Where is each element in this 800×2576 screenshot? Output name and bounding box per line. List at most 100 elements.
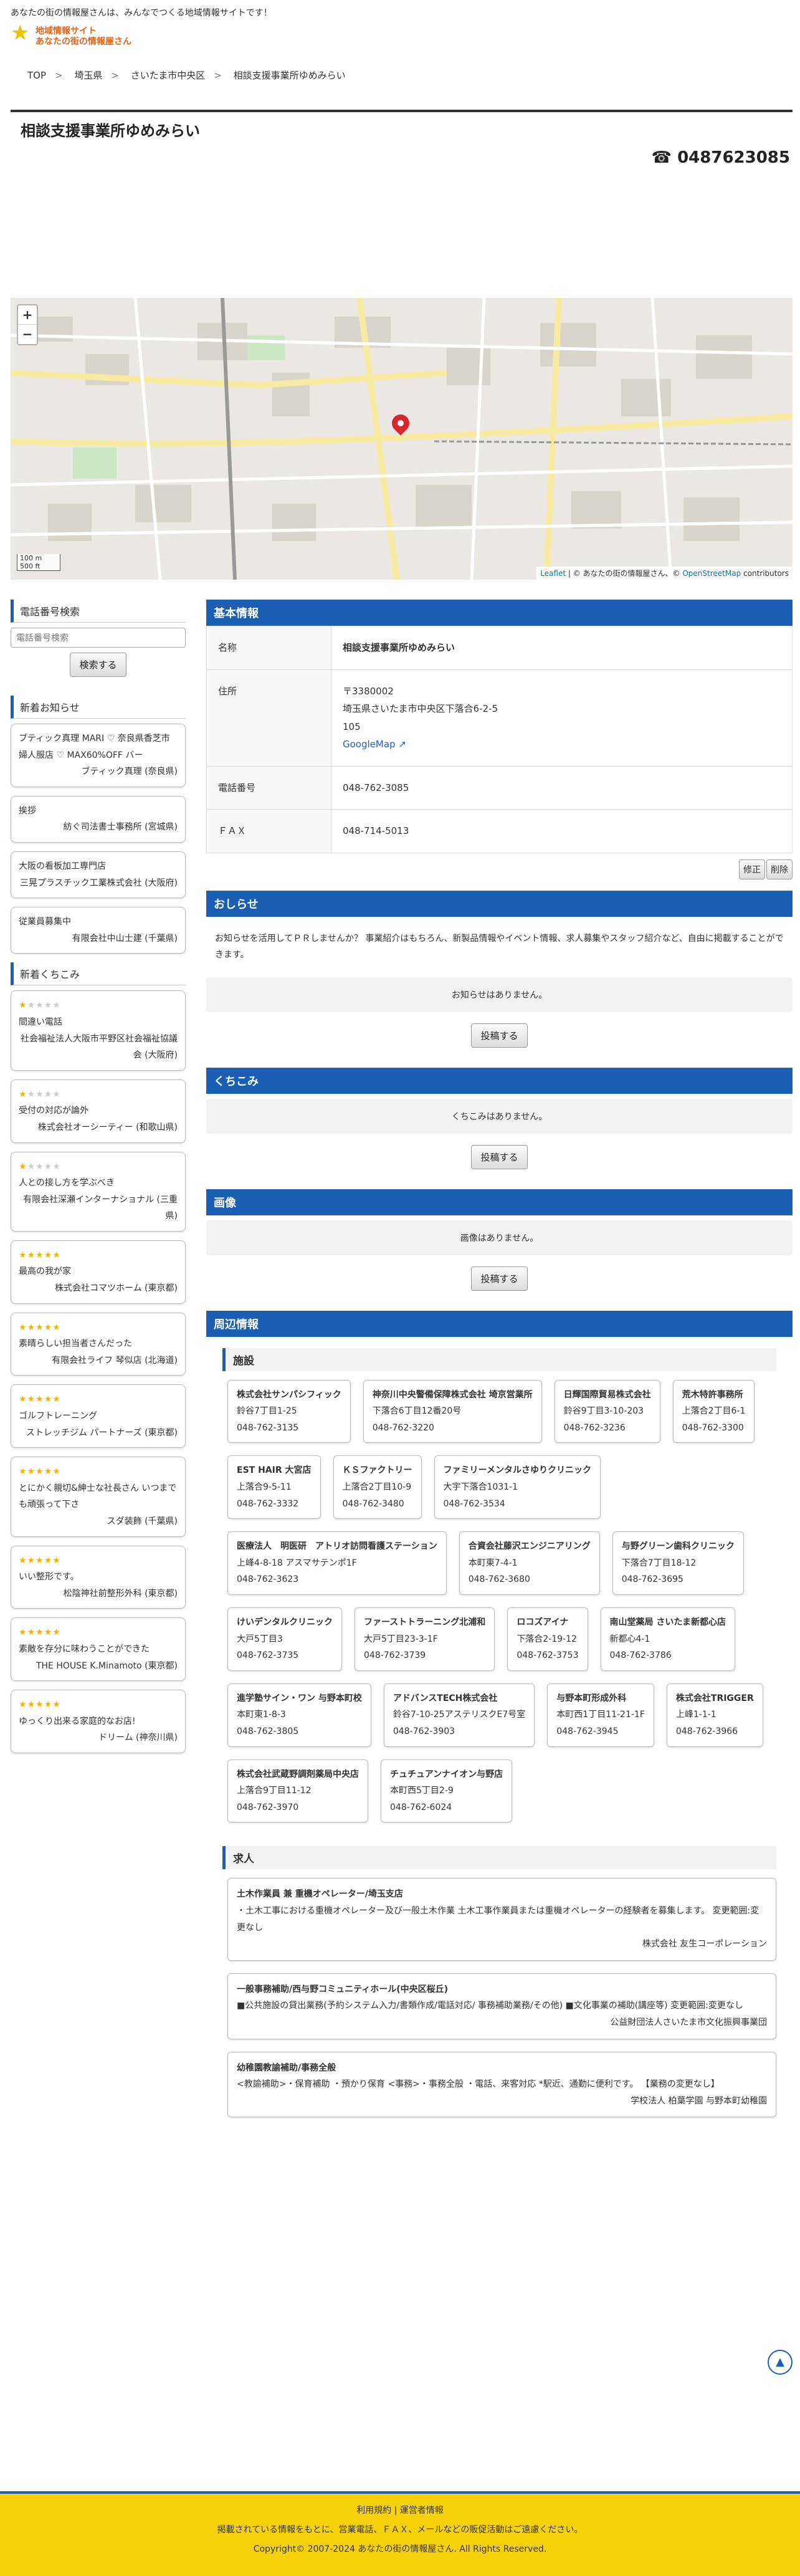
facility-name[interactable]: けいデンタルクリニック xyxy=(237,1617,333,1627)
zoom-in-button[interactable]: + xyxy=(18,305,37,325)
facility-name[interactable]: 株式会社TRIGGER xyxy=(676,1693,754,1703)
review-card[interactable]: ★★★★★ 人との接し方を学ぶべき 有限会社深瀬インターナショナル (三重県) xyxy=(11,1151,186,1232)
review-card[interactable]: ★★★★★ ゴルフトレーニング ストレッチジム パートナーズ (東京都) xyxy=(11,1384,186,1448)
facility-name[interactable]: EST HAIR 大宮店 xyxy=(237,1465,312,1475)
news-text[interactable]: 大阪の看板加工専門店 xyxy=(19,858,178,875)
review-card[interactable]: ★★★★★ 素晴らしい担当者さんだった 有限会社ライフ 琴似店 (北海道) xyxy=(11,1312,186,1376)
job-title[interactable]: 幼稚園教諭補助/事務全般 xyxy=(237,2060,767,2077)
facility-name[interactable]: 荒木特許事務所 xyxy=(682,1390,743,1400)
facility-name[interactable]: 南山堂薬局 さいたま新都心店 xyxy=(610,1617,726,1627)
facility-card[interactable]: チュチュアンナイオン与野店 本町西5丁目2-9 048-762-6024 xyxy=(381,1759,513,1823)
job-title[interactable]: 土木作業員 兼 重機オペレーター/埼玉支店 xyxy=(237,1886,767,1903)
review-author: THE HOUSE K.Minamoto (東京都) xyxy=(36,1660,178,1671)
delete-button[interactable]: 削除 xyxy=(766,859,793,879)
news-card[interactable]: 大阪の看板加工専門店 三晃プラスチック工業株式会社 (大阪府) xyxy=(11,851,186,899)
review-text[interactable]: いい整形です。 xyxy=(19,1569,178,1586)
review-text[interactable]: 人との接し方を学ぶべき xyxy=(19,1175,178,1192)
job-card[interactable]: 一般事務補助/西与野コミュニティホール(中央区桜丘) ■公共施設の貸出業務(予約シ… xyxy=(227,1973,776,2039)
facility-card[interactable]: 日輝国際貿易株式会社 鈴谷9丁目3-10-203 048-762-3236 xyxy=(554,1379,660,1444)
facility-card[interactable]: アドバンスTECH株式会社 鈴谷7-10-25アステリスクE7号室 048-762-… xyxy=(383,1683,535,1747)
facility-card[interactable]: 南山堂薬局 さいたま新都心店 新都心4-1 048-762-3786 xyxy=(600,1607,735,1671)
tel-search-input[interactable] xyxy=(11,628,186,648)
footer-links[interactable]: 利用規約 | 運営者情報 xyxy=(0,2501,800,2521)
leaflet-link[interactable]: Leaflet xyxy=(540,569,566,578)
news-text[interactable]: 挨拶 xyxy=(19,803,178,820)
job-title[interactable]: 一般事務補助/西与野コミュニティホール(中央区桜丘) xyxy=(237,1981,767,1998)
map-zoom-control[interactable]: + − xyxy=(17,304,38,345)
facility-card[interactable]: ファミリーメンタルさゆりクリニック 大宇下落合1031-1 048-762-3534 xyxy=(434,1455,601,1520)
facility-name[interactable]: ファーストトラーニング北浦和 xyxy=(364,1617,485,1627)
facility-name[interactable]: 与野本町形成外科 xyxy=(556,1693,626,1703)
facility-card[interactable]: 荒木特許事務所 上落合2丁目6-1 048-762-3300 xyxy=(672,1379,755,1444)
news-text[interactable]: 従業員募集中 xyxy=(19,914,178,931)
tel-search-button[interactable]: 検索する xyxy=(70,653,126,677)
review-card[interactable]: ★★★★★ ゆっくり出来る家庭的なお店! ドリーム (神奈川県) xyxy=(11,1690,186,1753)
news-card[interactable]: 挨拶 紡ぐ司法書士事務所 (宮城県) xyxy=(11,795,186,843)
news-card[interactable]: ブティック真理 MARI ♡ 奈良県香芝市婦人服店 ♡ MAX60%OFF バー… xyxy=(11,724,186,787)
review-text[interactable]: 素晴らしい担当者さんだった xyxy=(19,1336,178,1353)
facility-name[interactable]: チュチュアンナイオン与野店 xyxy=(390,1769,503,1779)
facility-card[interactable]: 合資会社藤沢エンジニアリング 本町東7-4-1 048-762-3680 xyxy=(459,1531,600,1596)
images-post-button[interactable]: 投稿する xyxy=(471,1266,528,1291)
breadcrumb-prefecture[interactable]: 埼玉県 xyxy=(74,70,102,81)
edit-button[interactable]: 修正 xyxy=(739,859,765,879)
googlemap-link[interactable]: GoogleMap ↗ xyxy=(343,739,406,750)
facility-card[interactable]: 医療法人 明医研 アトリオ訪問看護ステーション 上峰4-8-18 アスマサテンポ1… xyxy=(227,1531,447,1596)
facility-name[interactable]: 神奈川中央警備保障株式会社 埼京営業所 xyxy=(373,1390,533,1400)
facility-card[interactable]: 株式会社武蔵野調剤薬局中央店 上落合9丁目11-12 048-762-3970 xyxy=(227,1759,368,1823)
review-card[interactable]: ★★★★★ いい整形です。 松陰神社前整形外科 (東京都) xyxy=(11,1545,186,1609)
review-text[interactable]: ゆっくり出来る家庭的なお店! xyxy=(19,1713,178,1730)
facility-card[interactable]: 株式会社TRIGGER 上峰1-1-1 048-762-3966 xyxy=(666,1683,763,1747)
breadcrumb-top[interactable]: TOP xyxy=(27,70,46,81)
zoom-out-button[interactable]: − xyxy=(18,325,37,344)
review-text[interactable]: とにかく親切&紳士な社長さん いつまでも頑張って下さ xyxy=(19,1480,178,1513)
facility-card[interactable]: 神奈川中央警備保障株式会社 埼京営業所 下落合6丁目12番20号 048-762-3… xyxy=(363,1379,542,1444)
facility-phone: 048-762-3786 xyxy=(609,1650,672,1661)
job-card[interactable]: 土木作業員 兼 重機オペレーター/埼玉支店 ・土木工事における重機オペレーター及び… xyxy=(227,1878,776,1961)
facility-card[interactable]: EST HAIR 大宮店 上落合9-5-11 048-762-3332 xyxy=(227,1455,321,1520)
facility-card[interactable]: 進学塾サイン・ワン 与野本町校 本町東1-8-3 048-762-3805 xyxy=(227,1683,371,1747)
breadcrumb-city[interactable]: さいたま市中央区 xyxy=(131,70,206,81)
review-card[interactable]: ★★★★★ 受付の対応が論外 株式会社オーシーティー (和歌山県) xyxy=(11,1079,186,1143)
facility-name[interactable]: 与野グリーン歯科クリニック xyxy=(622,1541,735,1551)
facility-card[interactable]: 与野グリーン歯科クリニック 下落合7丁目18-12 048-762-3695 xyxy=(612,1531,745,1596)
review-text[interactable]: 受付の対応が論外 xyxy=(19,1103,178,1119)
facility-name[interactable]: 進学塾サイン・ワン 与野本町校 xyxy=(237,1693,362,1703)
notice-post-button[interactable]: 投稿する xyxy=(471,1023,528,1048)
job-description: <教諭補助>・保育補助 ・預かり保育 <事務>・事務全般 ・電話、来客対応 *駅… xyxy=(237,2079,720,2090)
review-card[interactable]: ★★★★★ 間違い電話 社会福祉法人大阪市平野区社会福祉協議会 (大阪府) xyxy=(11,990,186,1071)
back-to-top-button[interactable]: ▲ xyxy=(768,2350,793,2375)
facility-name[interactable]: 株式会社サンパシフィック xyxy=(237,1390,341,1400)
facility-name[interactable]: ファミリーメンタルさゆりクリニック xyxy=(444,1465,591,1475)
facility-card[interactable]: 株式会社サンパシフィック 鈴谷7丁目1-25 048-762-3135 xyxy=(227,1379,351,1444)
facility-name[interactable]: 日輝国際貿易株式会社 xyxy=(564,1390,651,1400)
facility-card[interactable]: けいデンタルクリニック 大戸5丁目3 048-762-3735 xyxy=(227,1607,342,1671)
phone-number[interactable]: ☎ 0487623085 xyxy=(652,148,790,167)
review-card[interactable]: ★★★★★ 最高の我が家 株式会社コマツホーム (東京都) xyxy=(11,1240,186,1304)
review-text[interactable]: 間違い電話 xyxy=(19,1014,178,1031)
review-text[interactable]: 最高の我が家 xyxy=(19,1263,178,1280)
review-text[interactable]: 素敵を存分に味わうことができた xyxy=(19,1641,178,1658)
review-author: 株式会社コマツホーム (東京都) xyxy=(55,1283,178,1294)
facility-name[interactable]: ロコズアイナ xyxy=(517,1617,568,1627)
kuchikomi-post-button[interactable]: 投稿する xyxy=(471,1144,528,1169)
facility-name[interactable]: ＫＳファクトリー xyxy=(343,1465,412,1475)
review-text[interactable]: ゴルフトレーニング xyxy=(19,1408,178,1425)
facility-name[interactable]: 合資会社藤沢エンジニアリング xyxy=(469,1541,591,1551)
facility-card[interactable]: ＫＳファクトリー 上落合2丁目10-9 048-762-3480 xyxy=(333,1455,422,1520)
facility-name[interactable]: 株式会社武蔵野調剤薬局中央店 xyxy=(237,1769,359,1779)
osm-link[interactable]: OpenStreetMap xyxy=(682,569,741,578)
news-card[interactable]: 従業員募集中 有限会社中山士建 (千葉県) xyxy=(11,907,186,954)
facility-name[interactable]: アドバンスTECH株式会社 xyxy=(393,1693,498,1703)
review-card[interactable]: ★★★★★ とにかく親切&紳士な社長さん いつまでも頑張って下さ スダ装飾 (千葉県… xyxy=(11,1457,186,1537)
rating-stars-icon: ★★★★★ xyxy=(19,1555,61,1566)
facility-card[interactable]: ロコズアイナ 下落合2-19-12 048-762-3753 xyxy=(507,1607,588,1671)
site-logo[interactable]: ★ 地域情報サイト あなたの街の情報屋さん xyxy=(11,21,148,49)
job-card[interactable]: 幼稚園教諭補助/事務全般 <教諭補助>・保育補助 ・預かり保育 <事務>・事務全般… xyxy=(227,2051,776,2118)
facility-card[interactable]: 与野本町形成外科 本町西1丁目11-21-1F 048-762-3945 xyxy=(547,1683,654,1747)
review-card[interactable]: ★★★★★ 素敵を存分に味わうことができた THE HOUSE K.Minamoto… xyxy=(11,1617,186,1682)
map[interactable]: + − 100 m 500 ft Leaflet | © あなたの街の情報屋さん、… xyxy=(11,298,793,580)
news-text[interactable]: ブティック真理 MARI ♡ 奈良県香芝市婦人服店 ♡ MAX60%OFF バー xyxy=(19,730,178,764)
facility-card[interactable]: ファーストトラーニング北浦和 大戸5丁目23-3-1F 048-762-3739 xyxy=(355,1607,495,1671)
facility-name[interactable]: 医療法人 明医研 アトリオ訪問看護ステーション xyxy=(237,1541,437,1551)
